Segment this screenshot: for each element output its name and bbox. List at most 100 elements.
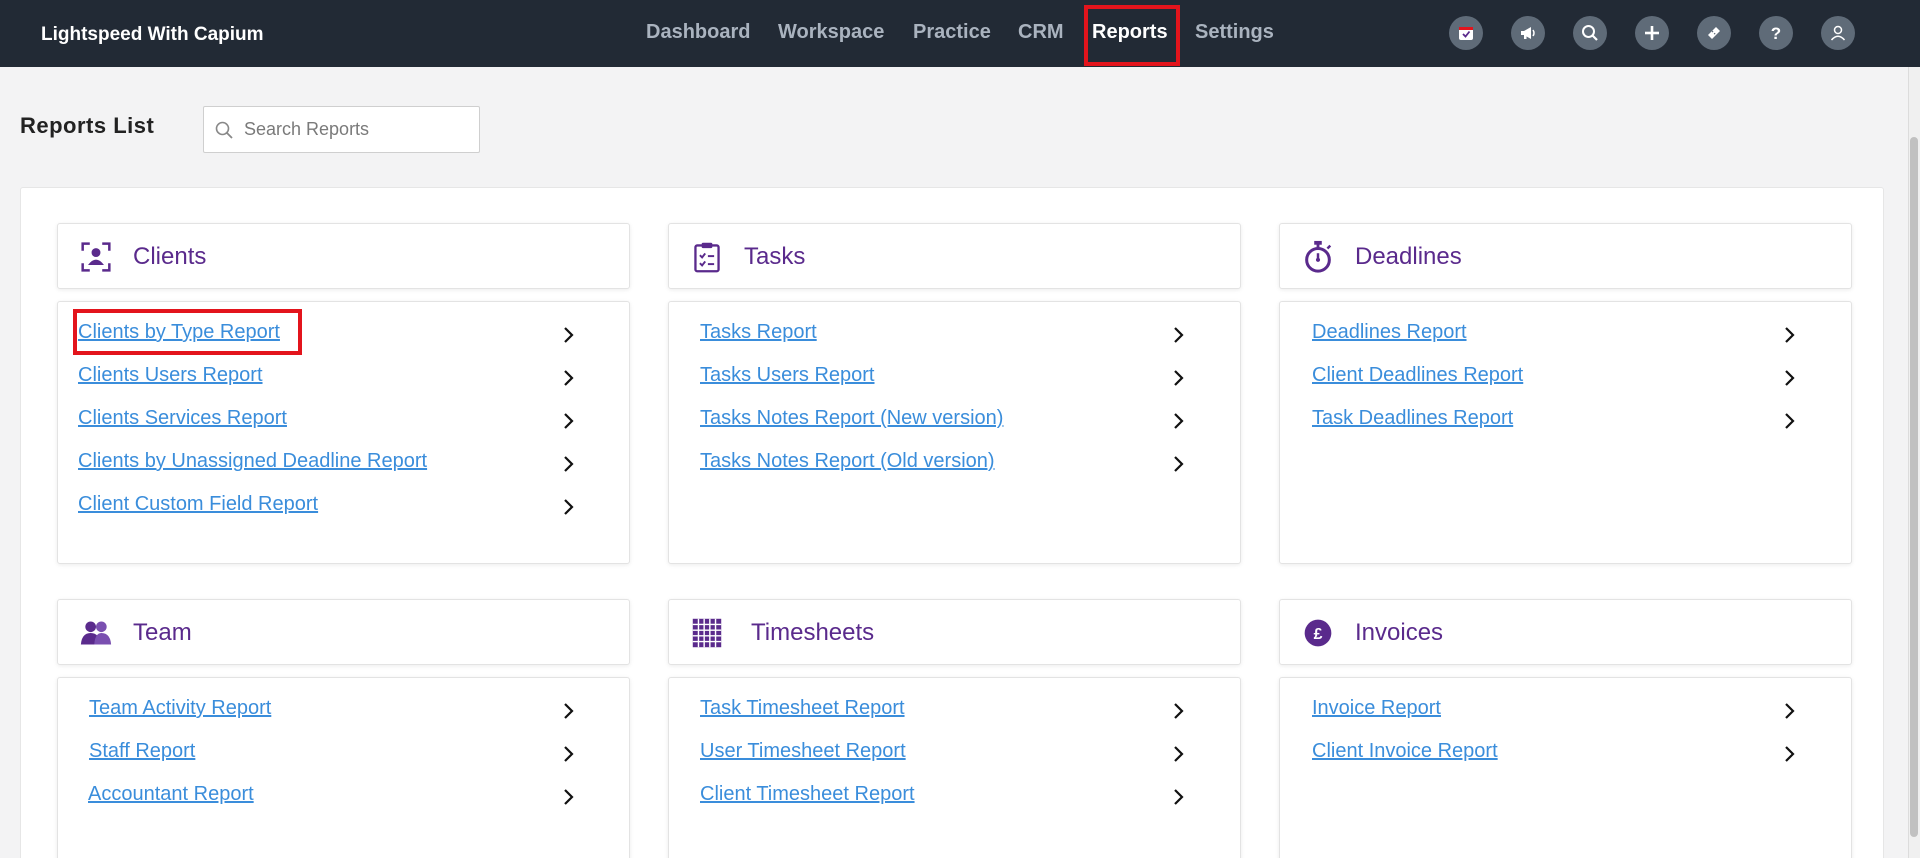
- page-scrollbar[interactable]: [1908, 67, 1920, 858]
- staff-report-link[interactable]: Staff Report: [89, 740, 195, 763]
- chevron-right-icon[interactable]: [1171, 787, 1187, 807]
- task-timesheet-report-link[interactable]: Task Timesheet Report: [700, 697, 905, 720]
- clients-title: Clients: [133, 243, 207, 270]
- chevron-right-icon[interactable]: [561, 454, 577, 474]
- chevron-right-icon[interactable]: [561, 368, 577, 388]
- clipboard-icon: [689, 239, 725, 275]
- task-deadlines-report-link[interactable]: Task Deadlines Report: [1312, 407, 1513, 430]
- chevron-right-icon[interactable]: [1171, 368, 1187, 388]
- chevron-right-icon[interactable]: [1782, 701, 1798, 721]
- search-icon: [215, 121, 233, 139]
- timesheets-card-body: Task Timesheet Report User Timesheet Rep…: [668, 677, 1241, 858]
- search-input[interactable]: [244, 119, 464, 140]
- clients-unassigned-deadline-report-link[interactable]: Clients by Unassigned Deadline Report: [78, 450, 427, 473]
- tasks-card-header: Tasks: [668, 223, 1241, 289]
- stopwatch-icon: [1300, 239, 1336, 275]
- deadlines-title: Deadlines: [1355, 243, 1462, 270]
- tasks-card-body: Tasks Report Tasks Users Report Tasks No…: [668, 301, 1241, 564]
- list-item: Task Timesheet Report: [669, 697, 1242, 729]
- nav-practice[interactable]: Practice: [913, 21, 991, 44]
- client-icon: [78, 239, 114, 275]
- nav-settings[interactable]: Settings: [1195, 21, 1274, 44]
- top-navbar: Lightspeed With Capium Dashboard Workspa…: [0, 0, 1920, 67]
- nav-crm[interactable]: CRM: [1018, 21, 1064, 44]
- list-item: Clients Users Report: [58, 364, 631, 396]
- invoices-card-header: £ Invoices: [1279, 599, 1852, 665]
- client-invoice-report-link[interactable]: Client Invoice Report: [1312, 740, 1498, 763]
- list-item: Task Deadlines Report: [1280, 407, 1853, 439]
- deadlines-report-link[interactable]: Deadlines Report: [1312, 321, 1467, 344]
- search-icon[interactable]: [1573, 16, 1607, 50]
- team-title: Team: [133, 619, 192, 646]
- invoice-report-link[interactable]: Invoice Report: [1312, 697, 1441, 720]
- timesheets-title: Timesheets: [751, 619, 875, 646]
- chevron-right-icon[interactable]: [561, 325, 577, 345]
- clients-card-header: Clients: [57, 223, 630, 289]
- chevron-right-icon[interactable]: [561, 497, 577, 517]
- plus-icon[interactable]: [1635, 16, 1669, 50]
- chevron-right-icon[interactable]: [1171, 454, 1187, 474]
- chevron-right-icon[interactable]: [1171, 744, 1187, 764]
- user-icon[interactable]: [1821, 16, 1855, 50]
- user-timesheet-report-link[interactable]: User Timesheet Report: [700, 740, 906, 763]
- chevron-right-icon[interactable]: [1171, 325, 1187, 345]
- chevron-right-icon[interactable]: [561, 744, 577, 764]
- timesheets-card-header: Timesheets: [668, 599, 1241, 665]
- clients-users-report-link[interactable]: Clients Users Report: [78, 364, 263, 387]
- client-custom-field-report-link[interactable]: Client Custom Field Report: [78, 493, 318, 516]
- list-item: Client Deadlines Report: [1280, 364, 1853, 396]
- ticket-icon[interactable]: [1697, 16, 1731, 50]
- list-item: Accountant Report: [58, 783, 631, 815]
- list-item: Clients by Unassigned Deadline Report: [58, 450, 631, 482]
- deadlines-card-header: Deadlines: [1279, 223, 1852, 289]
- list-item: Staff Report: [58, 740, 631, 772]
- help-icon[interactable]: ?: [1759, 16, 1793, 50]
- list-item: Client Custom Field Report: [58, 493, 631, 525]
- chevron-right-icon[interactable]: [1171, 701, 1187, 721]
- calendar-icon[interactable]: [1449, 16, 1483, 50]
- chevron-right-icon[interactable]: [561, 787, 577, 807]
- brand-name[interactable]: Lightspeed With Capium: [41, 24, 264, 46]
- invoices-card-body: Invoice Report Client Invoice Report: [1279, 677, 1852, 858]
- clients-card-body: Clients by Type Report Clients Users Rep…: [57, 301, 630, 564]
- client-deadlines-report-link[interactable]: Client Deadlines Report: [1312, 364, 1523, 387]
- tasks-users-report-link[interactable]: Tasks Users Report: [700, 364, 875, 387]
- svg-text:£: £: [1314, 626, 1323, 643]
- tasks-notes-old-report-link[interactable]: Tasks Notes Report (Old version): [700, 450, 995, 473]
- chevron-right-icon[interactable]: [1782, 368, 1798, 388]
- chevron-right-icon[interactable]: [1782, 325, 1798, 345]
- tasks-report-link[interactable]: Tasks Report: [700, 321, 817, 344]
- megaphone-icon[interactable]: [1511, 16, 1545, 50]
- list-item: Deadlines Report: [1280, 321, 1853, 353]
- accountant-report-link[interactable]: Accountant Report: [88, 783, 254, 806]
- team-activity-report-link[interactable]: Team Activity Report: [89, 697, 271, 720]
- chevron-right-icon[interactable]: [1782, 744, 1798, 764]
- client-timesheet-report-link[interactable]: Client Timesheet Report: [700, 783, 915, 806]
- link-highlight-box: [73, 309, 302, 355]
- nav-dashboard[interactable]: Dashboard: [646, 21, 750, 44]
- invoices-title: Invoices: [1355, 619, 1444, 646]
- grid-icon: [689, 615, 725, 651]
- list-item: Tasks Report: [669, 321, 1242, 353]
- chevron-right-icon[interactable]: [1171, 411, 1187, 431]
- scrollbar-thumb[interactable]: [1910, 137, 1918, 837]
- chevron-right-icon[interactable]: [1782, 411, 1798, 431]
- clients-services-report-link[interactable]: Clients Services Report: [78, 407, 287, 430]
- list-item: Tasks Notes Report (New version): [669, 407, 1242, 439]
- team-card-body: Team Activity Report Staff Report Accoun…: [57, 677, 630, 858]
- page-title: Reports List: [20, 113, 155, 138]
- pound-icon: £: [1300, 615, 1336, 651]
- tasks-notes-new-report-link[interactable]: Tasks Notes Report (New version): [700, 407, 1003, 430]
- list-item: Tasks Notes Report (Old version): [669, 450, 1242, 482]
- chevron-right-icon[interactable]: [561, 411, 577, 431]
- list-item: Client Invoice Report: [1280, 740, 1853, 772]
- search-box[interactable]: [203, 106, 480, 153]
- deadlines-card-body: Deadlines Report Client Deadlines Report…: [1279, 301, 1852, 564]
- team-card-header: Team: [57, 599, 630, 665]
- svg-text:?: ?: [1771, 24, 1781, 43]
- nav-workspace[interactable]: Workspace: [778, 21, 884, 44]
- reports-container: Clients Clients by Type Report Clients U…: [20, 187, 1884, 858]
- chevron-right-icon[interactable]: [561, 701, 577, 721]
- list-item: Tasks Users Report: [669, 364, 1242, 396]
- list-item: Invoice Report: [1280, 697, 1853, 729]
